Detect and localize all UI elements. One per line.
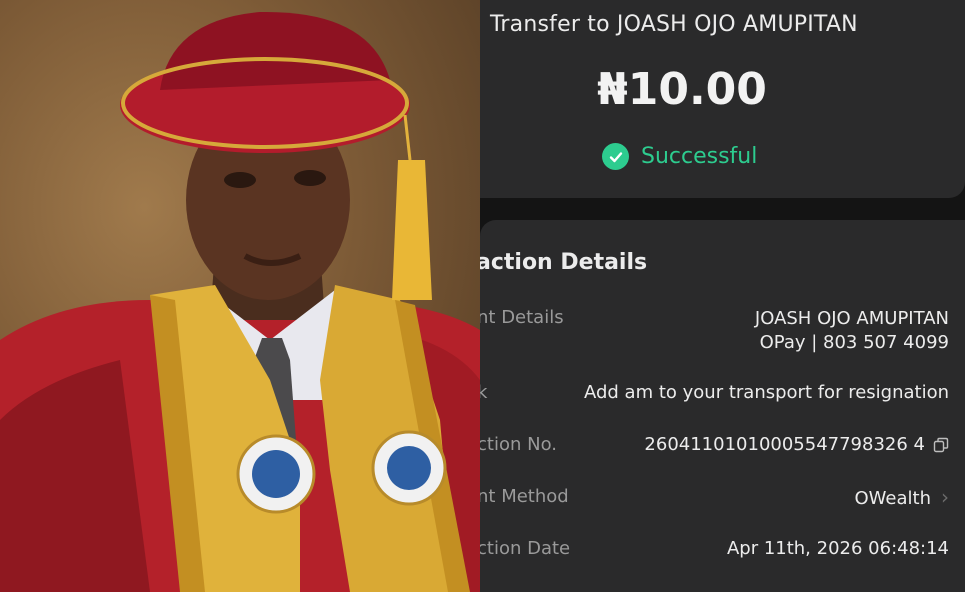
- transaction-date: Apr 11th, 2026 06:48:14: [726, 538, 949, 559]
- chevron-right-icon: ›: [941, 485, 949, 509]
- portrait-photo: [0, 0, 480, 592]
- status-text: Successful: [641, 144, 758, 169]
- receipt-panel: Transfer to JOASH OJO AMUPITAN ₦10.00 Su…: [480, 0, 965, 592]
- status-indicator: Successful: [602, 143, 757, 170]
- recipient-details-label: nt Details: [480, 307, 564, 328]
- payment-method-label: nt Method: [480, 486, 569, 507]
- payment-method: OWealth: [854, 488, 931, 509]
- transaction-number-row: 26041101010005547798326 4: [644, 434, 949, 455]
- transaction-details-card: [480, 220, 965, 592]
- recipient-name: JOASH OJO AMUPITAN: [754, 308, 949, 329]
- recipient-account: OPay | 803 507 4099: [759, 332, 949, 353]
- transfer-title: Transfer to JOASH OJO AMUPITAN: [490, 12, 858, 37]
- check-icon: [602, 143, 629, 170]
- transaction-number: 26041101010005547798326 4: [644, 434, 925, 455]
- transaction-date-label: ction Date: [480, 538, 571, 559]
- section-title: action Details: [480, 250, 648, 275]
- transfer-amount: ₦10.00: [597, 64, 767, 115]
- copy-icon[interactable]: [933, 437, 949, 453]
- remark-label: k: [480, 382, 488, 403]
- transaction-number-label: ction No.: [480, 434, 557, 455]
- remark-value: Add am to your transport for resignation: [583, 382, 949, 403]
- transfer-summary-card: Transfer to JOASH OJO AMUPITAN ₦10.00 Su…: [480, 0, 965, 198]
- payment-method-value[interactable]: OWealth ›: [855, 485, 949, 509]
